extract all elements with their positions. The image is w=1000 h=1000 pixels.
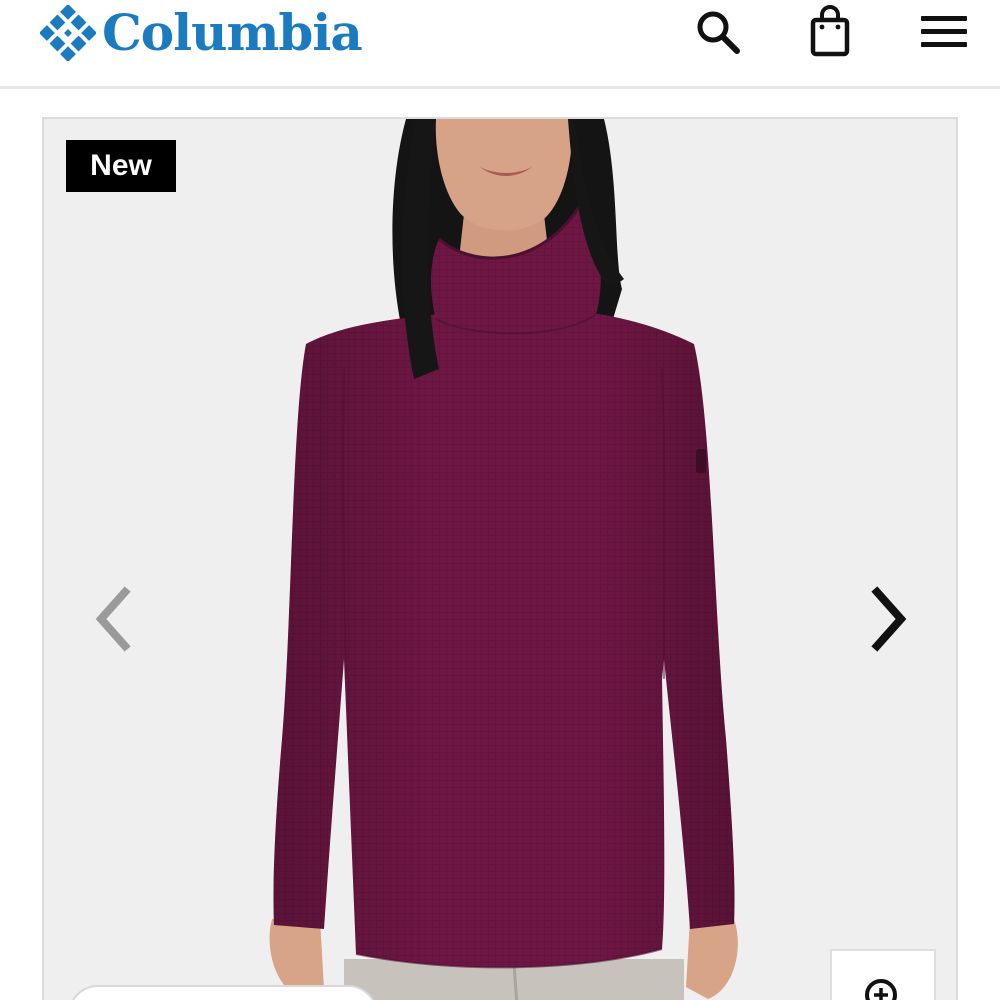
zoom-in-icon (865, 979, 897, 1000)
previous-image-button[interactable] (78, 574, 148, 664)
search-button[interactable] (690, 4, 746, 60)
product-image[interactable] (44, 119, 956, 1000)
site-header: Columbia (0, 0, 1000, 86)
next-image-button[interactable] (854, 574, 924, 664)
brand-name: Columbia (102, 3, 363, 62)
chevron-left-icon (95, 586, 131, 652)
header-divider (0, 86, 1000, 89)
product-image-gallery[interactable]: New (42, 117, 958, 1000)
columbia-diamond-logo-icon (40, 5, 96, 61)
chevron-right-icon (871, 586, 907, 652)
new-badge: New (66, 140, 176, 192)
shopping-bag-icon (810, 5, 850, 57)
image-pagination[interactable] (68, 985, 378, 1000)
zoom-button[interactable] (830, 949, 936, 1000)
search-icon (697, 11, 740, 54)
columbia-logo[interactable]: Columbia (40, 2, 363, 64)
hamburger-menu-icon (921, 16, 967, 47)
cart-button[interactable] (802, 4, 858, 60)
menu-button[interactable] (915, 4, 971, 60)
product-page: Columbia New (0, 0, 1000, 1000)
